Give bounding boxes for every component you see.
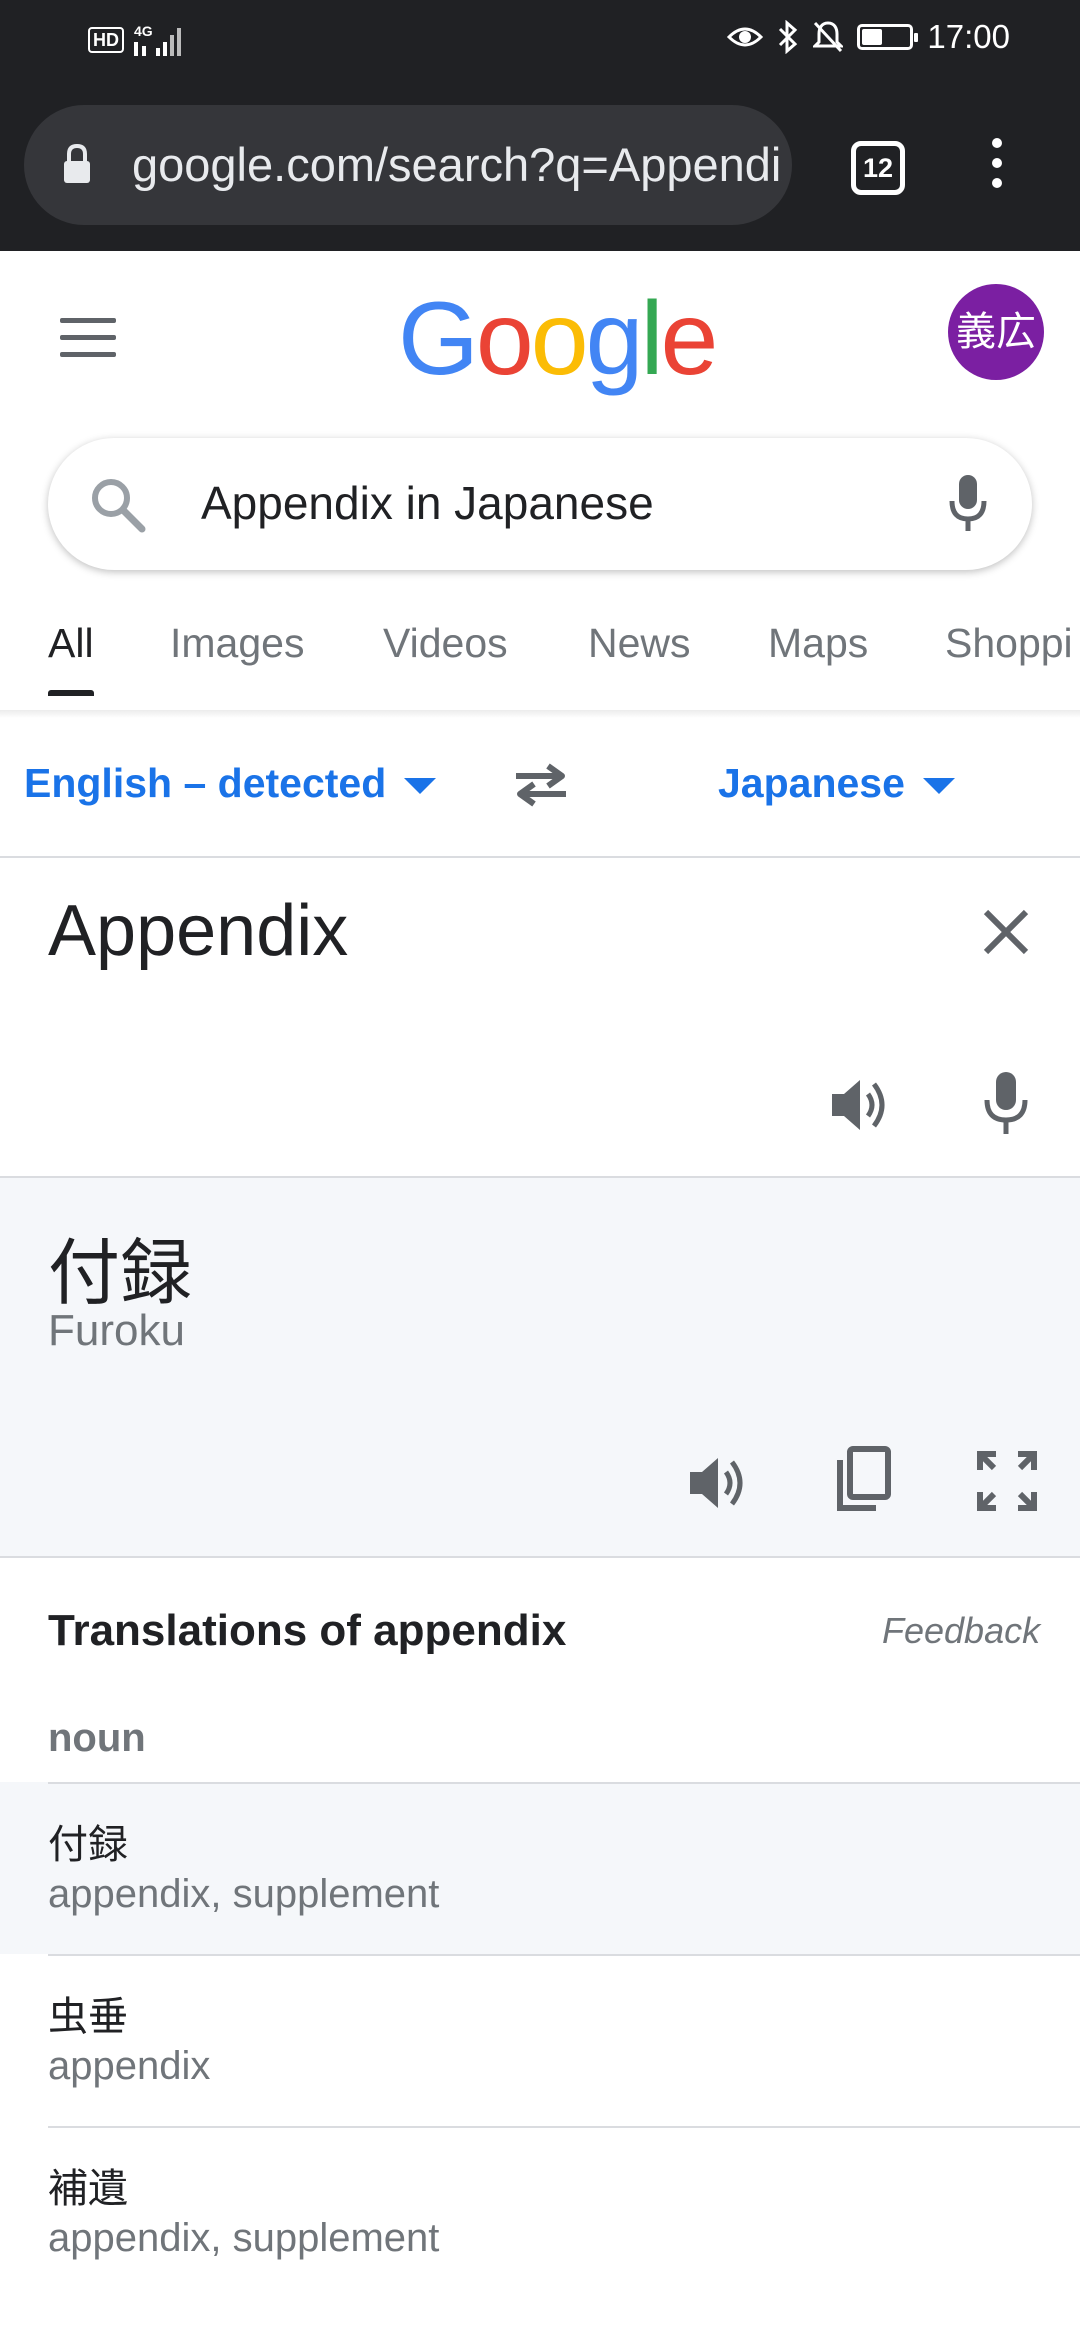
divider xyxy=(48,2126,1080,2128)
google-logo[interactable]: Google xyxy=(398,280,719,399)
tab-images[interactable]: Images xyxy=(170,620,304,667)
tab-shopping[interactable]: Shoppi xyxy=(945,620,1073,667)
logo-letter: l xyxy=(640,281,663,397)
translation-word: 補遺 xyxy=(48,2167,128,2211)
status-left: HD 4G xyxy=(88,22,190,58)
hd-indicator: HD xyxy=(88,27,124,53)
browser-toolbar: google.com/search?q=Appendix+in+Japanese… xyxy=(0,86,1080,251)
list-item[interactable]: 補遺 appendix, supplement xyxy=(0,2126,1080,2298)
divider xyxy=(48,1954,1080,1956)
search-tabs: All Images Videos News Maps Shoppi xyxy=(0,610,1080,710)
romanization: Furoku xyxy=(48,1306,185,1355)
feedback-link[interactable]: Feedback xyxy=(882,1610,1040,1652)
lock-icon xyxy=(64,143,90,183)
chevron-down-icon xyxy=(404,778,437,795)
source-text[interactable]: Appendix xyxy=(48,890,348,972)
bell-off-icon xyxy=(813,21,844,53)
hamburger-menu-icon[interactable] xyxy=(60,318,116,358)
svg-text:4G: 4G xyxy=(134,23,153,39)
close-icon[interactable] xyxy=(982,908,1030,956)
tab-all[interactable]: All xyxy=(48,620,94,696)
mic-icon[interactable] xyxy=(982,1070,1030,1136)
translation-meaning: appendix, supplement xyxy=(48,1872,440,1916)
fullscreen-icon[interactable] xyxy=(976,1450,1038,1512)
list-item[interactable]: 虫垂 appendix xyxy=(0,1954,1080,2126)
translation-word: 付録 xyxy=(48,1823,128,1867)
speaker-icon[interactable] xyxy=(686,1450,752,1516)
clock: 17:00 xyxy=(927,18,1010,55)
translated-text: 付録 xyxy=(48,1234,193,1314)
more-menu-icon[interactable] xyxy=(985,138,1009,198)
copy-icon[interactable] xyxy=(832,1446,892,1514)
speaker-icon[interactable] xyxy=(828,1072,894,1138)
divider xyxy=(48,1782,1080,1784)
logo-letter: g xyxy=(585,281,644,397)
url-text: google.com/search?q=Appendix+in+Japanese xyxy=(132,138,782,191)
tab-switcher-button[interactable]: 12 xyxy=(851,141,905,195)
eye-icon xyxy=(727,27,764,47)
avatar[interactable]: 義広 xyxy=(948,284,1044,380)
search-input[interactable]: Appendix in Japanese xyxy=(201,476,654,530)
logo-letter: e xyxy=(660,281,719,397)
battery-icon xyxy=(857,24,919,50)
translation-result: 付録 Furoku xyxy=(0,1178,1080,1558)
translation-meaning: appendix, supplement xyxy=(48,2216,440,2260)
logo-letter: G xyxy=(398,281,479,397)
tab-videos[interactable]: Videos xyxy=(383,620,508,667)
translation-word: 虫垂 xyxy=(48,1995,128,2039)
tab-news[interactable]: News xyxy=(588,620,691,667)
part-of-speech: noun xyxy=(48,1716,146,1760)
signal-icon: 4G xyxy=(134,23,181,56)
status-right: 17:00 xyxy=(727,18,1010,56)
list-item[interactable]: 付録 appendix, supplement xyxy=(0,1782,1080,1954)
status-bar: HD 4G 17:00 xyxy=(0,0,1080,86)
translation-meaning: appendix xyxy=(48,2044,211,2088)
tab-maps[interactable]: Maps xyxy=(768,620,868,667)
voice-search-icon[interactable] xyxy=(948,473,988,535)
target-language-label: Japanese xyxy=(718,760,905,806)
translations-list: 付録 appendix, supplement 虫垂 appendix 補遺 a… xyxy=(0,1782,1080,2298)
source-language-dropdown[interactable]: English – detected xyxy=(24,760,437,807)
tabs-shadow xyxy=(0,710,1080,718)
search-icon[interactable] xyxy=(88,475,146,533)
translations-heading: Translations of appendix xyxy=(48,1606,567,1655)
search-box[interactable]: Appendix in Japanese xyxy=(48,438,1032,570)
chevron-down-icon xyxy=(922,778,955,795)
logo-letter: o xyxy=(530,281,589,397)
bluetooth-icon xyxy=(779,20,798,54)
url-bar[interactable]: google.com/search?q=Appendix+in+Japanese xyxy=(24,105,792,225)
source-language-label: English – detected xyxy=(24,760,387,806)
swap-languages-icon[interactable] xyxy=(510,760,572,810)
target-language-dropdown[interactable]: Japanese xyxy=(718,760,955,807)
logo-letter: o xyxy=(475,281,534,397)
